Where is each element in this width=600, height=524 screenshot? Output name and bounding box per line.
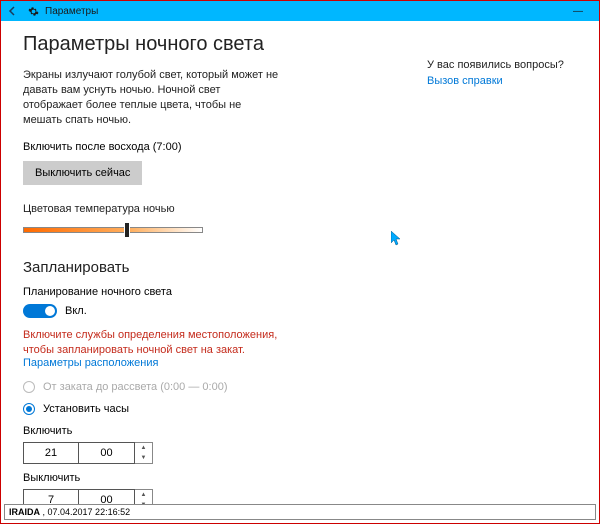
- schedule-toggle-label: Вкл.: [65, 305, 87, 317]
- radio-custom-hours-label[interactable]: Установить часы: [43, 403, 129, 415]
- description-text: Экраны излучают голубой свет, который мо…: [23, 68, 283, 127]
- location-warning: Включите службы определения местоположен…: [23, 328, 293, 357]
- footer-timestamp: 07.04.2017 22:16:52: [48, 507, 131, 517]
- turn-off-now-button[interactable]: Выключить сейчас: [23, 161, 142, 185]
- main-panel: Параметры ночного света Экраны излучают …: [23, 33, 427, 519]
- title-bar: Параметры —: [1, 1, 599, 21]
- side-panel: У вас появились вопросы? Вызов справки: [427, 33, 577, 519]
- turn-on-minute[interactable]: 00: [79, 442, 135, 464]
- turn-on-label: Включить: [23, 425, 397, 437]
- plan-label: Планирование ночного света: [23, 286, 397, 298]
- radio-sunset: [23, 381, 35, 393]
- gear-icon: [27, 5, 39, 17]
- minimize-button[interactable]: —: [563, 6, 593, 17]
- after-sunrise-label: Включить после восхода (7:00): [23, 141, 397, 153]
- schedule-header: Запланировать: [23, 259, 397, 276]
- questions-label: У вас появились вопросы?: [427, 59, 577, 71]
- turn-on-hour[interactable]: 21: [23, 442, 79, 464]
- footer-user: IRAIDA: [9, 507, 40, 517]
- back-icon[interactable]: [7, 5, 19, 17]
- footer-bar: IRAIDA , 07.04.2017 22:16:52: [4, 504, 596, 520]
- turn-off-label: Выключить: [23, 472, 397, 484]
- turn-on-spinner[interactable]: ▲▼: [135, 442, 153, 464]
- window-title: Параметры: [45, 6, 98, 17]
- schedule-toggle[interactable]: [23, 304, 57, 318]
- page-title: Параметры ночного света: [23, 33, 397, 56]
- radio-sunset-label: От заката до рассвета (0:00 — 0:00): [43, 381, 227, 393]
- color-temp-label: Цветовая температура ночью: [23, 203, 397, 215]
- location-settings-link[interactable]: Параметры расположения: [23, 357, 158, 369]
- color-temp-slider[interactable]: [23, 221, 203, 239]
- help-link[interactable]: Вызов справки: [427, 75, 503, 87]
- radio-custom-hours[interactable]: [23, 403, 35, 415]
